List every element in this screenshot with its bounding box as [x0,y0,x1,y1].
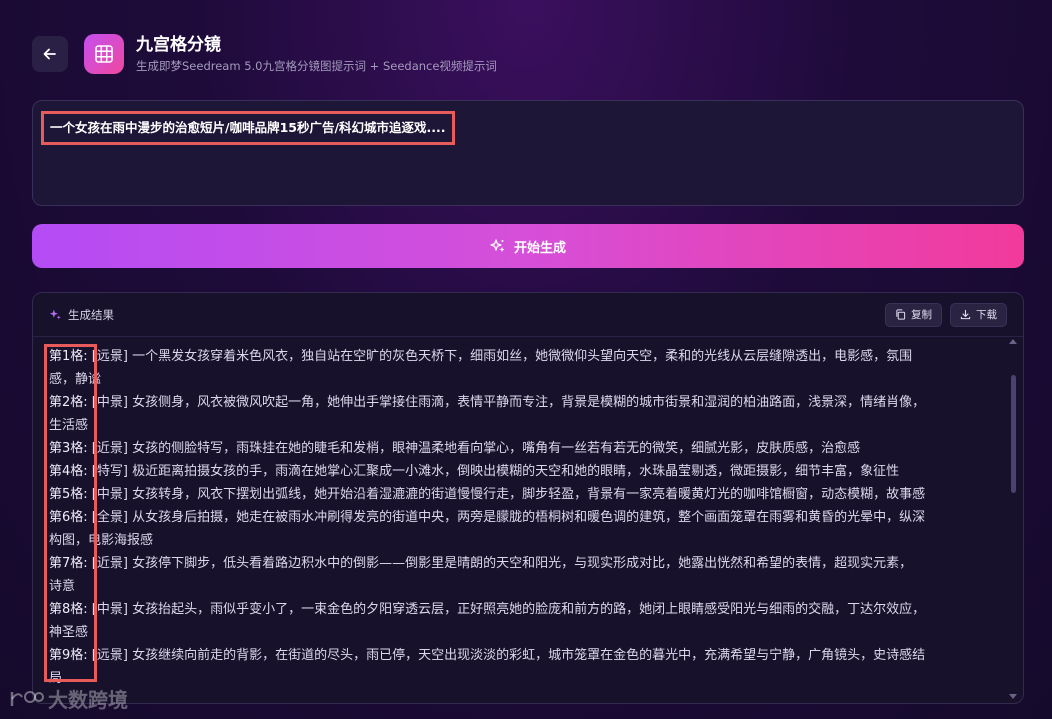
frame-number: 第9格: [49,648,88,663]
result-content[interactable]: 第1格: [远景] 一个黑发女孩穿着米色风衣，独自站在空旷的灰色天桥下，细雨如丝… [33,337,1023,703]
download-button[interactable]: 下载 [950,302,1007,327]
frame-description: [中景] 女孩转身，风衣下摆划出弧线，她开始沿着湿漉漉的街道慢慢行走，脚步轻盈，… [87,487,926,502]
result-line: 第4格: [特写] 极近距离拍摄女孩的手，雨滴在她掌心汇聚成一小滩水，倒映出模糊… [49,460,995,483]
result-line: 局 [49,667,995,690]
result-line: 诗意 [49,575,995,598]
frame-description: 神圣感 [49,625,89,640]
frame-description: [近景] 女孩停下脚步，低头看着路边积水中的倒影——倒影里是晴朗的天空和阳光，与… [87,556,913,571]
frame-number: 第5格: [49,487,88,502]
frame-description: [中景] 女孩侧身，风衣被微风吹起一角，她伸出手掌接住雨滴，表情平静而专注，背景… [87,395,926,410]
result-line: 第9格: [远景] 女孩继续向前走的背影，在街道的尽头，雨已停，天空出现淡淡的彩… [49,644,995,667]
prompt-input-value: 一个女孩在雨中漫步的治愈短片/咖啡品牌15秒广告/科幻城市追逐戏.... [41,111,455,145]
frame-description: 感，静谧 [49,372,102,387]
frame-description: [远景] 女孩继续向前走的背影，在街道的尽头，雨已停，天空出现淡淡的彩虹，城市笼… [87,648,926,663]
sparkles-icon [490,239,505,252]
result-line: 第1格: [远景] 一个黑发女孩穿着米色风衣，独自站在空旷的灰色天桥下，细雨如丝… [49,345,995,368]
frame-number: 第3格: [49,441,88,456]
frame-description: 诗意 [49,579,76,594]
app-icon [84,34,124,74]
result-panel: 生成结果 复制 下载 第1格: [远景] 一个黑发女孩穿着米色风衣，独自站在空旷… [32,292,1024,704]
frame-description: [中景] 女孩抬起头，雨似乎变小了，一束金色的夕阳穿透云层，正好照亮她的脸庞和前… [87,602,926,617]
frame-number: 第7格: [49,556,88,571]
result-line: 第8格: [中景] 女孩抬起头，雨似乎变小了，一束金色的夕阳穿透云层，正好照亮她… [49,598,995,621]
prompt-input[interactable]: 一个女孩在雨中漫步的治愈短片/咖啡品牌15秒广告/科幻城市追逐戏.... [32,100,1024,206]
frame-description: [近景] 女孩的侧脸特写，雨珠挂在她的睫毛和发梢，眼神温柔地看向掌心，嘴角有一丝… [87,441,861,456]
generate-button[interactable]: 开始生成 [32,224,1024,268]
copy-icon [896,309,906,320]
frame-number: 第2格: [49,395,88,410]
result-header: 生成结果 复制 下载 [33,293,1023,337]
result-line: 生活感 [49,414,995,437]
frame-description: 生活感 [49,418,89,433]
result-line: 第5格: [中景] 女孩转身，风衣下摆划出弧线，她开始沿着湿漉漉的街道慢慢行走，… [49,483,995,506]
result-line: 第2格: [中景] 女孩侧身，风衣被微风吹起一角，她伸出手掌接住雨滴，表情平静而… [49,391,995,414]
generate-button-label: 开始生成 [513,240,566,256]
result-line: 第6格: [全景] 从女孩身后拍摄，她走在被雨水冲刷得发亮的街道中央，两旁是朦胧… [49,506,995,529]
result-line: 构图，电影海报感 [49,529,995,552]
frame-number: 第4格: [49,464,88,479]
watermark: 大数跨境 [8,684,128,713]
grid-icon [95,45,113,63]
result-line: 神圣感 [49,621,995,644]
frame-description: [特写] 极近距离拍摄女孩的手，雨滴在她掌心汇聚成一小滩水，倒映出模糊的天空和她… [87,464,900,479]
copy-button[interactable]: 复制 [885,302,942,327]
result-line: 第3格: [近景] 女孩的侧脸特写，雨珠挂在她的睫毛和发梢，眼神温柔地看向掌心，… [49,437,995,460]
scrollbar[interactable] [1009,337,1019,703]
arrow-left-icon [43,48,56,60]
back-button[interactable] [32,36,68,72]
frame-description: [远景] 一个黑发女孩穿着米色风衣，独自站在空旷的灰色天桥下，细雨如丝，她微微仰… [87,349,913,364]
logo-icon [10,690,44,706]
result-line: 第7格: [近景] 女孩停下脚步，低头看着路边积水中的倒影——倒影里是晴朗的天空… [49,552,995,575]
frame-description: [全景] 从女孩身后拍摄，她走在被雨水冲刷得发亮的街道中央，两旁是朦胧的梧桐树和… [87,510,926,525]
frame-number: 第1格: [49,349,88,364]
header: 九宫格分镜 生成即梦Seedream 5.0九宫格分镜图提示词 + Seedan… [32,34,497,74]
result-line: 感，静谧 [49,368,995,391]
page-title: 九宫格分镜 [136,35,221,55]
scroll-up-icon[interactable] [1009,339,1017,344]
sparkles-icon [49,309,61,320]
frame-description: 构图，电影海报感 [49,533,154,548]
watermark-text: 大数跨境 [48,688,128,712]
copy-label: 复制 [911,309,932,321]
scroll-thumb[interactable] [1011,375,1016,493]
page-subtitle: 生成即梦Seedream 5.0九宫格分镜图提示词 + Seedance视频提示… [136,59,497,73]
frame-number: 第8格: [49,602,88,617]
frame-number: 第6格: [49,510,88,525]
scroll-down-icon[interactable] [1009,694,1017,699]
download-icon [960,309,971,320]
download-label: 下载 [976,309,997,321]
result-title: 生成结果 [68,307,114,322]
